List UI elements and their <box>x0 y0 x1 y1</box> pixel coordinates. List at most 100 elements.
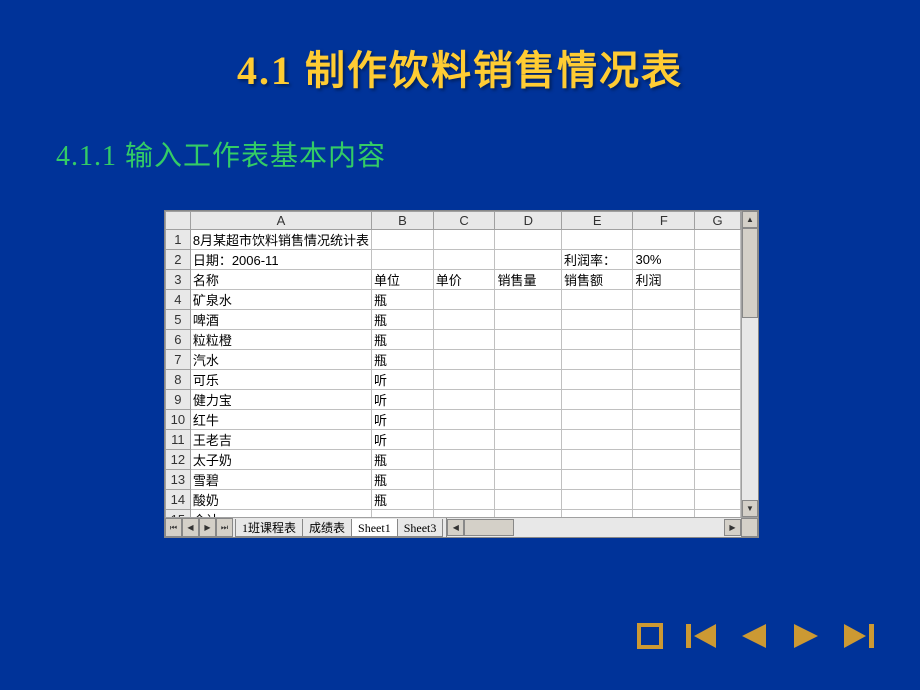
col-header-F[interactable]: F <box>633 212 695 230</box>
row-header[interactable]: 14 <box>166 490 191 510</box>
cell[interactable] <box>433 370 495 390</box>
cell[interactable] <box>633 450 695 470</box>
cell[interactable] <box>562 230 633 250</box>
cell[interactable]: 健力宝 <box>190 390 371 410</box>
cell[interactable]: 瓶 <box>372 470 434 490</box>
row-header[interactable]: 6 <box>166 330 191 350</box>
cell[interactable] <box>695 350 741 370</box>
cell[interactable] <box>495 350 562 370</box>
cell[interactable]: 听 <box>372 430 434 450</box>
nav-stop-button[interactable] <box>630 616 670 656</box>
cell[interactable] <box>495 230 562 250</box>
sheet-tab[interactable]: 成绩表 <box>302 519 352 537</box>
nav-first-button[interactable] <box>682 616 722 656</box>
cell[interactable] <box>495 410 562 430</box>
scroll-down-button[interactable]: ▼ <box>742 500 758 517</box>
cell[interactable]: 利润 <box>633 270 695 290</box>
cell[interactable] <box>372 510 434 518</box>
cell[interactable] <box>695 250 741 270</box>
row-header[interactable]: 3 <box>166 270 191 290</box>
nav-last-button[interactable] <box>838 616 878 656</box>
cell[interactable] <box>633 490 695 510</box>
col-header-A[interactable]: A <box>190 212 371 230</box>
cell[interactable]: 合计 <box>190 510 371 518</box>
cell[interactable] <box>495 310 562 330</box>
cell[interactable] <box>562 410 633 430</box>
cell[interactable] <box>433 350 495 370</box>
sheet-tab[interactable]: Sheet1 <box>351 519 398 537</box>
col-header-E[interactable]: E <box>562 212 633 230</box>
row-header[interactable]: 9 <box>166 390 191 410</box>
cell[interactable]: 太子奶 <box>190 450 371 470</box>
horizontal-scroll-thumb[interactable] <box>464 519 514 536</box>
cell[interactable] <box>433 430 495 450</box>
cell[interactable] <box>433 390 495 410</box>
cell[interactable] <box>433 450 495 470</box>
cell[interactable]: 矿泉水 <box>190 290 371 310</box>
cell[interactable]: 瓶 <box>372 350 434 370</box>
cell[interactable]: 利润率： <box>562 250 633 270</box>
row-header[interactable]: 10 <box>166 410 191 430</box>
cell[interactable]: 可乐 <box>190 370 371 390</box>
cell[interactable]: 王老吉 <box>190 430 371 450</box>
cell[interactable] <box>695 450 741 470</box>
cell[interactable] <box>495 290 562 310</box>
cell[interactable]: 瓶 <box>372 290 434 310</box>
cell[interactable] <box>695 410 741 430</box>
cell[interactable] <box>495 330 562 350</box>
cell[interactable] <box>562 430 633 450</box>
cell[interactable] <box>633 370 695 390</box>
horizontal-scrollbar[interactable]: ◀ ▶ <box>446 518 741 537</box>
cell[interactable] <box>495 510 562 518</box>
cell[interactable] <box>695 290 741 310</box>
row-header[interactable]: 11 <box>166 430 191 450</box>
cell[interactable] <box>633 310 695 330</box>
cell[interactable] <box>433 490 495 510</box>
cell[interactable] <box>433 310 495 330</box>
cell[interactable] <box>562 470 633 490</box>
row-header[interactable]: 2 <box>166 250 191 270</box>
cell[interactable] <box>633 510 695 518</box>
cell[interactable] <box>633 470 695 490</box>
col-header-G[interactable]: G <box>695 212 741 230</box>
row-header[interactable]: 5 <box>166 310 191 330</box>
cell[interactable] <box>633 430 695 450</box>
cell[interactable] <box>562 370 633 390</box>
row-header[interactable]: 8 <box>166 370 191 390</box>
row-header[interactable]: 15 <box>166 510 191 518</box>
cell[interactable]: 酸奶 <box>190 490 371 510</box>
worksheet-grid[interactable]: A B C D E F G 18月某超市饮料销售情况统计表2日期：2006-11… <box>165 211 741 517</box>
cell[interactable]: 销售量 <box>495 270 562 290</box>
cell[interactable]: 雪碧 <box>190 470 371 490</box>
scroll-up-button[interactable]: ▲ <box>742 211 758 228</box>
cell[interactable] <box>562 450 633 470</box>
cell[interactable]: 瓶 <box>372 330 434 350</box>
col-header-C[interactable]: C <box>433 212 495 230</box>
cell[interactable] <box>562 290 633 310</box>
tab-nav-last[interactable]: ⏭ <box>216 518 233 537</box>
cell[interactable] <box>633 330 695 350</box>
cell[interactable]: 8月某超市饮料销售情况统计表 <box>190 230 371 250</box>
row-header[interactable]: 13 <box>166 470 191 490</box>
scroll-left-button[interactable]: ◀ <box>447 519 464 536</box>
vertical-scrollbar[interactable]: ▲ ▼ <box>741 211 758 517</box>
cell[interactable]: 日期：2006-11 <box>190 250 371 270</box>
scroll-right-button[interactable]: ▶ <box>724 519 741 536</box>
select-all-corner[interactable] <box>166 212 191 230</box>
vertical-scroll-thumb[interactable] <box>742 228 758 318</box>
cell[interactable]: 瓶 <box>372 490 434 510</box>
cell[interactable] <box>562 490 633 510</box>
tab-nav-prev[interactable]: ◀ <box>182 518 199 537</box>
col-header-D[interactable]: D <box>495 212 562 230</box>
cell[interactable] <box>562 510 633 518</box>
cell[interactable] <box>562 350 633 370</box>
cell[interactable]: 单价 <box>433 270 495 290</box>
cell[interactable] <box>433 230 495 250</box>
cell[interactable] <box>495 250 562 270</box>
sheet-tab[interactable]: 1班课程表 <box>235 519 303 537</box>
cell[interactable] <box>695 490 741 510</box>
cell[interactable] <box>695 330 741 350</box>
cell[interactable]: 名称 <box>190 270 371 290</box>
cell[interactable] <box>562 310 633 330</box>
nav-prev-button[interactable] <box>734 616 774 656</box>
